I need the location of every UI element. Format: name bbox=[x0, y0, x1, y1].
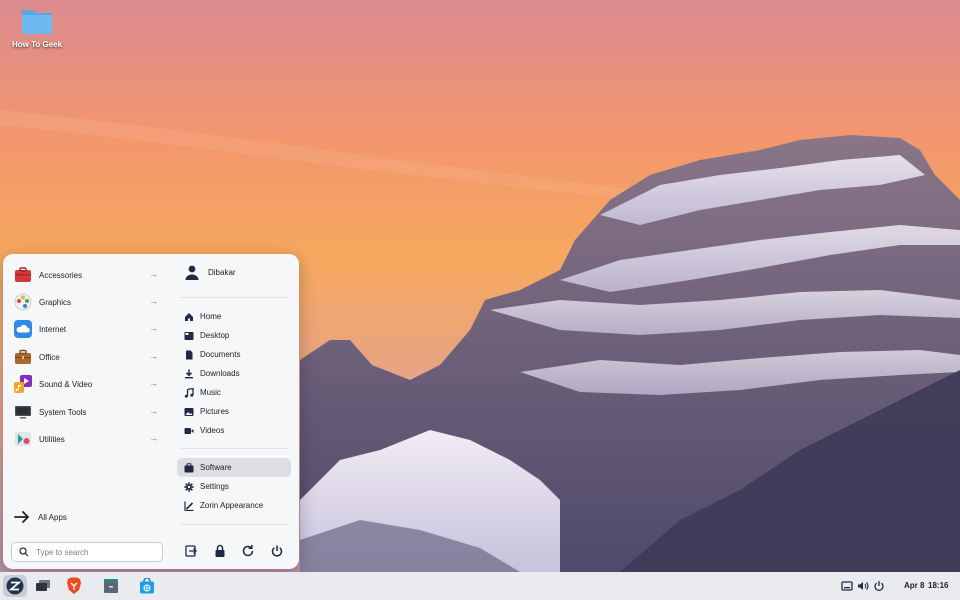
document-icon bbox=[186, 350, 193, 359]
place-videos[interactable]: Videos bbox=[177, 421, 291, 440]
brave-browser-icon bbox=[67, 577, 81, 594]
system-software[interactable]: Software bbox=[177, 458, 291, 477]
appearance-icon bbox=[184, 501, 194, 511]
desktop-item-how-to-geek[interactable]: How To Geek bbox=[8, 6, 66, 49]
files-icon bbox=[104, 579, 118, 593]
divider bbox=[180, 448, 288, 449]
monitor-icon bbox=[15, 406, 31, 419]
arrow-right-icon: → bbox=[149, 378, 158, 388]
arrow-right-icon: → bbox=[149, 406, 158, 416]
search-icon bbox=[19, 547, 29, 557]
category-accessories[interactable]: Accessories → bbox=[14, 264, 162, 286]
place-label: Documents bbox=[200, 350, 241, 359]
category-label: Sound & Video bbox=[39, 379, 93, 389]
category-label: Utilities bbox=[39, 434, 65, 444]
brave-browser-button[interactable] bbox=[63, 575, 85, 597]
category-system-tools[interactable]: System Tools → bbox=[14, 401, 162, 423]
arrow-right-icon: → bbox=[149, 323, 158, 333]
briefcase-icon bbox=[15, 349, 31, 364]
category-label: Graphics bbox=[39, 297, 72, 307]
arrow-right-icon: → bbox=[149, 296, 158, 306]
restart-icon[interactable] bbox=[241, 544, 255, 558]
place-pictures[interactable]: Pictures bbox=[177, 402, 291, 421]
desktop-icon bbox=[184, 331, 194, 340]
category-label: Office bbox=[39, 352, 60, 362]
utilities-icon bbox=[15, 432, 31, 446]
screen-icon[interactable] bbox=[841, 580, 853, 592]
system-label: Settings bbox=[200, 482, 229, 491]
workspace-switcher-icon bbox=[36, 580, 50, 591]
music-video-icon bbox=[14, 375, 32, 393]
files-button[interactable] bbox=[100, 575, 122, 597]
category-label: System Tools bbox=[39, 407, 87, 417]
place-label: Downloads bbox=[200, 369, 240, 378]
volume-icon[interactable] bbox=[857, 580, 869, 592]
taskbar bbox=[0, 572, 960, 600]
category-utilities[interactable]: Utilities → bbox=[14, 428, 162, 450]
logout-icon[interactable] bbox=[184, 544, 198, 558]
power-icon[interactable] bbox=[873, 580, 885, 592]
arrow-right-icon: → bbox=[149, 433, 158, 443]
system-label: Zorin Appearance bbox=[200, 501, 264, 510]
system-label: Software bbox=[200, 463, 232, 472]
clock-date[interactable]: Apr 8 bbox=[904, 581, 924, 590]
arrow-right-icon bbox=[14, 511, 30, 523]
user-account[interactable]: Dibakar bbox=[184, 264, 236, 280]
zorin-menu-icon bbox=[6, 577, 24, 595]
category-graphics[interactable]: Graphics → bbox=[14, 291, 162, 313]
power-icon[interactable] bbox=[270, 544, 284, 558]
category-label: Accessories bbox=[39, 270, 83, 280]
clock-time[interactable]: 18:16 bbox=[928, 581, 948, 590]
category-sound-video[interactable]: Sound & Video → bbox=[14, 373, 162, 395]
software-store-button[interactable] bbox=[136, 575, 158, 597]
arrow-right-icon: → bbox=[149, 269, 158, 279]
category-office[interactable]: Office → bbox=[14, 346, 162, 368]
toolbox-icon bbox=[15, 267, 31, 282]
palette-icon bbox=[14, 293, 32, 311]
place-home[interactable]: Home bbox=[177, 307, 291, 326]
arrow-right-icon: → bbox=[149, 351, 158, 361]
place-label: Music bbox=[200, 388, 221, 397]
cloud-icon bbox=[14, 320, 32, 338]
software-store-icon bbox=[140, 578, 154, 594]
place-label: Videos bbox=[200, 426, 225, 435]
zorin-menu-button[interactable] bbox=[3, 575, 27, 597]
divider bbox=[180, 297, 288, 298]
video-icon bbox=[184, 427, 194, 434]
home-icon bbox=[185, 312, 193, 321]
place-label: Pictures bbox=[200, 407, 229, 416]
download-icon bbox=[185, 369, 193, 378]
gear-icon bbox=[184, 481, 194, 492]
all-apps-label: All Apps bbox=[38, 512, 67, 522]
place-label: Home bbox=[200, 312, 222, 321]
search-input[interactable]: Type to search bbox=[11, 542, 163, 562]
search-placeholder: Type to search bbox=[36, 547, 89, 557]
system-settings[interactable]: Settings bbox=[177, 477, 291, 496]
place-desktop[interactable]: Desktop bbox=[177, 326, 291, 345]
lock-icon[interactable] bbox=[213, 544, 227, 558]
place-label: Desktop bbox=[200, 331, 230, 340]
divider bbox=[180, 524, 288, 525]
picture-icon bbox=[184, 407, 194, 416]
user-name: Dibakar bbox=[208, 267, 236, 277]
folder-icon bbox=[22, 10, 52, 34]
system-zorin-appearance[interactable]: Zorin Appearance bbox=[177, 496, 291, 515]
music-note-icon bbox=[184, 387, 194, 398]
user-icon bbox=[185, 265, 199, 280]
desktop-item-label: How To Geek bbox=[11, 40, 63, 49]
place-music[interactable]: Music bbox=[177, 383, 291, 402]
category-label: Internet bbox=[39, 324, 67, 334]
place-documents[interactable]: Documents bbox=[177, 345, 291, 364]
workspace-switcher-button[interactable] bbox=[32, 575, 54, 597]
place-downloads[interactable]: Downloads bbox=[177, 364, 291, 383]
all-apps-button[interactable]: All Apps bbox=[14, 510, 67, 524]
software-icon bbox=[184, 462, 194, 472]
category-internet[interactable]: Internet → bbox=[14, 318, 162, 340]
